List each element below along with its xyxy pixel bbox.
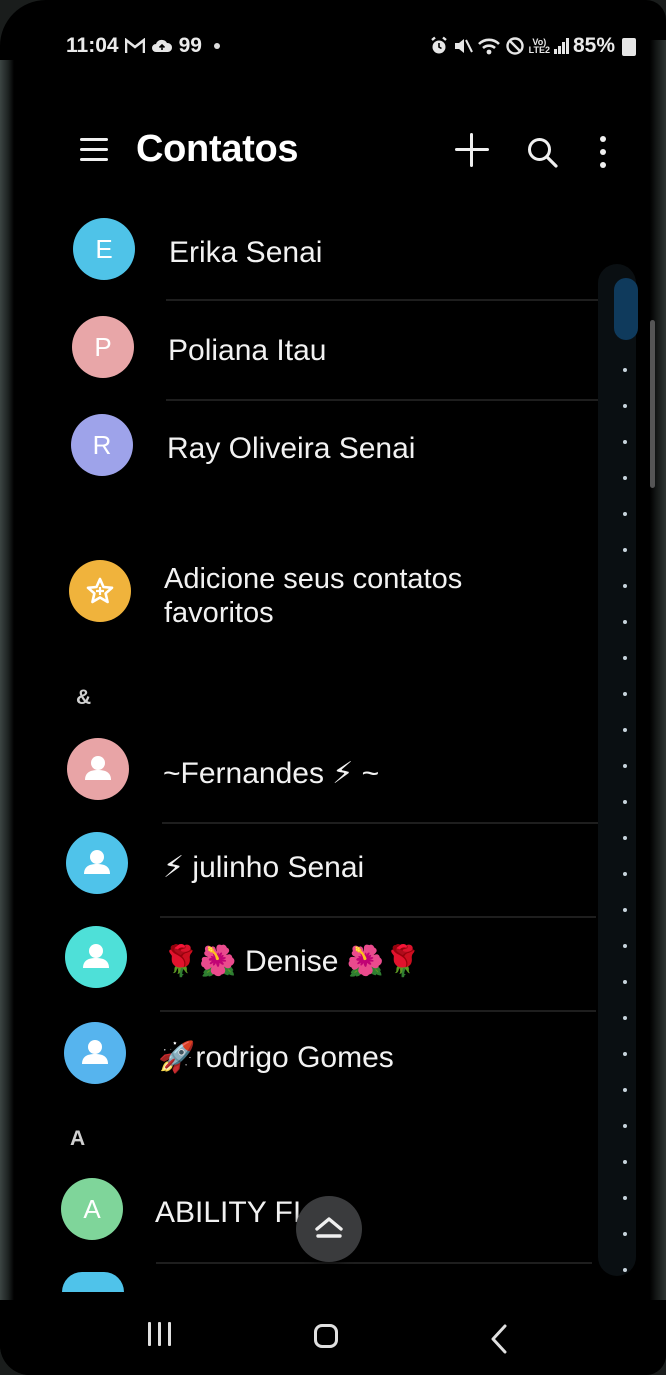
avatar: R <box>71 414 133 476</box>
fast-scroll-index[interactable] <box>598 264 638 1308</box>
avatar <box>62 1272 124 1292</box>
fast-scroll-index-dot[interactable] <box>623 1052 627 1056</box>
fast-scroll-index-dot[interactable] <box>623 692 627 696</box>
avatar: E <box>73 218 135 280</box>
fast-scroll-index-dot[interactable] <box>623 1232 627 1236</box>
fast-scroll-index-dot[interactable] <box>623 728 627 732</box>
fast-scroll-index-dot[interactable] <box>623 404 627 408</box>
avatar: P <box>72 316 134 378</box>
fast-scroll-index-dot[interactable] <box>623 908 627 912</box>
navigation-bar <box>0 1300 666 1375</box>
person-icon <box>84 850 110 874</box>
fast-scroll-thumb[interactable] <box>614 278 638 340</box>
recents-icon[interactable] <box>148 1322 174 1348</box>
contact-name: ABILITY FI <box>155 1196 302 1229</box>
fast-scroll-index-dot[interactable] <box>623 1088 627 1092</box>
notification-count: 99 <box>178 34 202 57</box>
section-header: A <box>70 1127 86 1150</box>
notification-dot-icon <box>213 43 220 49</box>
page-title: Contatos <box>136 128 299 170</box>
signal-icon <box>553 38 569 54</box>
star-add-icon <box>86 577 114 604</box>
divider <box>156 1262 592 1264</box>
fast-scroll-index-dot[interactable] <box>623 368 627 372</box>
add-favorites-label: Adicione seus contatos favoritos <box>164 563 463 629</box>
status-bar: 11:04 99 Vo) LTE2 85% <box>66 34 636 64</box>
contact-name: ⚡ julinho Senai <box>163 851 365 884</box>
list-item[interactable]: 🚀rodrigo Gomes <box>0 1010 626 1104</box>
scroll-to-top-button[interactable] <box>296 1196 362 1262</box>
fast-scroll-index-dot[interactable] <box>623 1124 627 1128</box>
list-item[interactable]: 🌹🌺 Denise 🌺🌹 <box>0 916 626 1010</box>
cloud-icon <box>151 39 172 52</box>
contact-name: ~Fernandes ⚡ ~ <box>163 757 380 790</box>
phone-bezel-right <box>650 40 666 1330</box>
search-icon[interactable] <box>526 136 558 168</box>
fast-scroll-index-dot[interactable] <box>623 512 627 516</box>
contact-name: Erika Senai <box>169 236 323 269</box>
fast-scroll-index-dot[interactable] <box>623 800 627 804</box>
phone-screen: 11:04 99 Vo) LTE2 85% Contatos E Erika S… <box>0 0 666 1375</box>
fast-scroll-index-dot[interactable] <box>623 584 627 588</box>
fast-scroll-index-dot[interactable] <box>623 836 627 840</box>
fast-scroll-index-dot[interactable] <box>623 1196 627 1200</box>
fast-scroll-index-dot[interactable] <box>623 548 627 552</box>
contact-name: Ray Oliveira Senai <box>167 432 416 465</box>
back-icon[interactable] <box>488 1324 512 1354</box>
home-icon[interactable] <box>314 1324 338 1348</box>
contact-name: 🚀rodrigo Gomes <box>158 1041 394 1074</box>
person-icon <box>85 756 111 780</box>
list-item[interactable]: P Poliana Itau <box>0 302 626 396</box>
volte-icon: Vo) LTE2 <box>528 37 550 55</box>
list-item[interactable]: E Erika Senai <box>0 206 626 300</box>
person-icon <box>83 944 109 968</box>
scrollbar[interactable] <box>650 320 655 488</box>
mute-icon <box>454 39 473 53</box>
fast-scroll-index-dot[interactable] <box>623 1160 627 1164</box>
fast-scroll-index-dot[interactable] <box>623 476 627 480</box>
fast-scroll-index-dot[interactable] <box>623 980 627 984</box>
app-bar: Contatos <box>0 118 666 188</box>
status-right: Vo) LTE2 85% <box>429 34 636 58</box>
do-not-disturb-icon <box>505 37 524 55</box>
avatar <box>66 832 128 894</box>
gmail-icon <box>124 38 145 53</box>
divider <box>166 299 606 301</box>
avatar <box>65 926 127 988</box>
alarm-icon <box>430 36 447 54</box>
avatar <box>67 738 129 800</box>
list-item[interactable]: R Ray Oliveira Senai <box>0 400 626 494</box>
section-header: & <box>76 686 92 709</box>
fast-scroll-index-dot[interactable] <box>623 1268 627 1272</box>
fast-scroll-index-dot[interactable] <box>623 764 627 768</box>
fast-scroll-index-dot[interactable] <box>623 944 627 948</box>
fast-scroll-index-dot[interactable] <box>623 1016 627 1020</box>
contact-name: 🌹🌺 Denise 🌺🌹 <box>162 945 422 978</box>
wifi-icon <box>477 38 500 55</box>
list-item[interactable]: ⚡ julinho Senai <box>0 822 626 916</box>
status-time: 11:04 <box>66 34 119 57</box>
fast-scroll-index-dot[interactable] <box>623 440 627 444</box>
more-options-icon[interactable] <box>598 136 608 170</box>
fast-scroll-index-dot[interactable] <box>623 872 627 876</box>
status-left: 11:04 99 <box>66 34 220 58</box>
list-item[interactable]: ~Fernandes ⚡ ~ <box>0 722 626 816</box>
battery-percent: 85% <box>572 34 615 57</box>
person-icon <box>82 1040 108 1064</box>
avatar: A <box>61 1178 123 1240</box>
add-contact-icon[interactable] <box>455 133 489 167</box>
menu-icon[interactable] <box>80 138 108 162</box>
fast-scroll-index-dot[interactable] <box>623 620 627 624</box>
battery-icon <box>622 38 636 56</box>
fast-scroll-index-dot[interactable] <box>623 656 627 660</box>
double-chevron-up-icon <box>315 1217 343 1238</box>
avatar <box>64 1022 126 1084</box>
favorites-avatar <box>69 560 131 622</box>
contact-name: Poliana Itau <box>168 334 327 367</box>
